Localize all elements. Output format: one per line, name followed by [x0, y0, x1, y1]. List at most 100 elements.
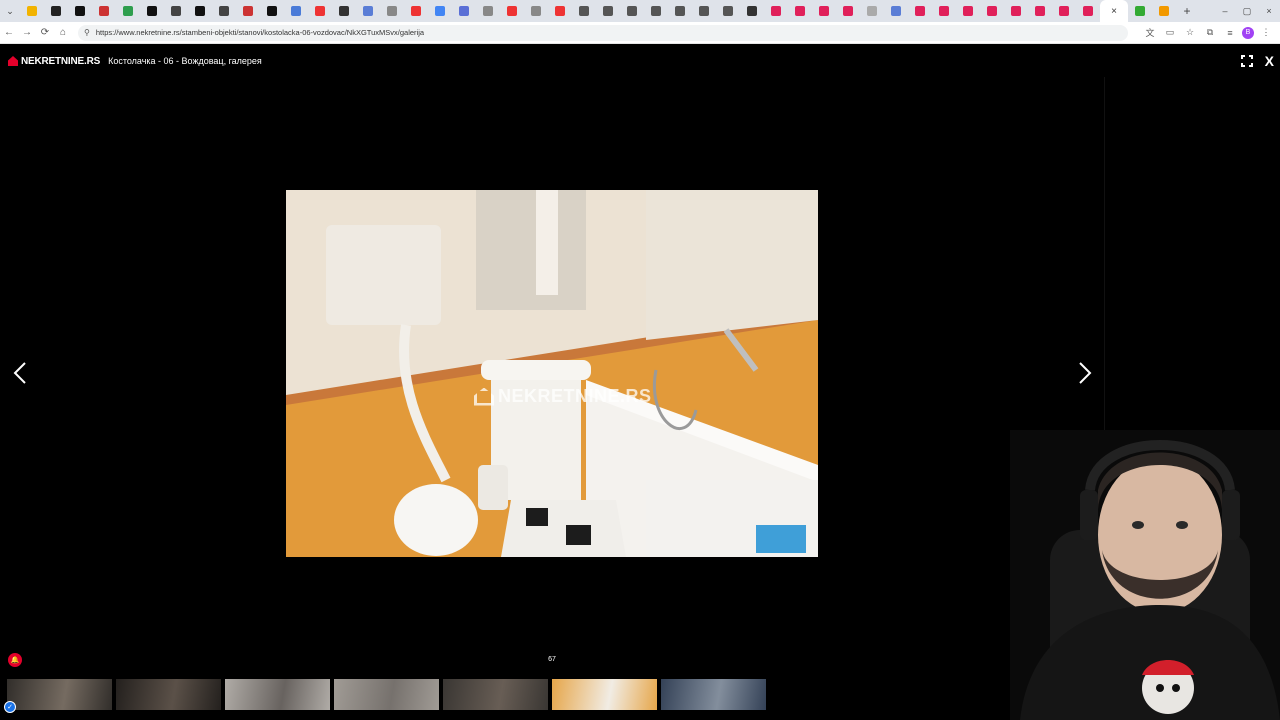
browser-tab[interactable]: [20, 0, 44, 22]
gallery-thumbnail[interactable]: [116, 679, 221, 710]
cast-icon[interactable]: ▭: [1162, 25, 1178, 41]
gallery-thumbnail[interactable]: [443, 679, 548, 710]
webcam-overlay: [1010, 430, 1280, 720]
tab-favicon-icon: [123, 6, 133, 16]
browser-tab[interactable]: [44, 0, 68, 22]
maximize-button[interactable]: ▢: [1236, 0, 1258, 22]
browser-tab[interactable]: [860, 0, 884, 22]
profile-avatar[interactable]: B: [1242, 26, 1254, 39]
gallery-thumbnail[interactable]: [225, 679, 330, 710]
tab-close-icon[interactable]: ×: [1111, 6, 1117, 17]
browser-tab[interactable]: [284, 0, 308, 22]
browser-tab[interactable]: [452, 0, 476, 22]
tab-favicon-icon: [315, 6, 325, 16]
browser-tab[interactable]: [716, 0, 740, 22]
browser-tab[interactable]: [644, 0, 668, 22]
browser-tab-active[interactable]: ×: [1100, 0, 1128, 22]
browser-tab[interactable]: [500, 0, 524, 22]
browser-tab[interactable]: [236, 0, 260, 22]
browser-tab[interactable]: [956, 0, 980, 22]
forward-icon[interactable]: →: [18, 22, 36, 44]
tab-favicon-icon: [363, 6, 373, 16]
tab-favicon-icon: [267, 6, 277, 16]
notification-bell-icon[interactable]: 🔔: [8, 653, 22, 667]
browser-tab[interactable]: [668, 0, 692, 22]
browser-tab[interactable]: [1028, 0, 1052, 22]
browser-tab[interactable]: [428, 0, 452, 22]
browser-tab[interactable]: [260, 0, 284, 22]
media-icon[interactable]: ≡: [1222, 25, 1238, 41]
browser-tab[interactable]: [92, 0, 116, 22]
browser-tab[interactable]: [1052, 0, 1076, 22]
browser-tab[interactable]: [332, 0, 356, 22]
browser-tab[interactable]: [476, 0, 500, 22]
close-window-button[interactable]: ×: [1258, 0, 1280, 22]
new-tab-button[interactable]: +: [1176, 0, 1198, 22]
browser-tab[interactable]: [524, 0, 548, 22]
menu-kebab-icon[interactable]: ⋮: [1258, 25, 1274, 41]
browser-tab[interactable]: [116, 0, 140, 22]
browser-tab[interactable]: [764, 0, 788, 22]
reload-icon[interactable]: ⟳: [36, 22, 54, 44]
browser-tab[interactable]: [164, 0, 188, 22]
browser-tab[interactable]: [1004, 0, 1028, 22]
watermark-text: NEKRETNINE.RS: [498, 386, 652, 406]
browser-tab[interactable]: [980, 0, 1004, 22]
browser-tab[interactable]: [212, 0, 236, 22]
browser-tab[interactable]: [596, 0, 620, 22]
site-info-icon[interactable]: ⚲: [84, 28, 90, 37]
browser-tab[interactable]: [572, 0, 596, 22]
photo-watermark: NEKRETNINE.RS: [474, 386, 652, 407]
tab-favicon-icon: [891, 6, 901, 16]
browser-tab[interactable]: [692, 0, 716, 22]
browser-tab[interactable]: [68, 0, 92, 22]
browser-tab[interactable]: [884, 0, 908, 22]
browser-tab[interactable]: [1152, 0, 1176, 22]
privacy-badge-icon[interactable]: ✓: [4, 701, 16, 713]
gallery-thumbnail[interactable]: [334, 679, 439, 710]
translate-icon[interactable]: 文: [1142, 25, 1158, 41]
toolbar-actions: 文 ▭ ☆ ⧉ ≡ B ⋮: [1142, 25, 1280, 41]
browser-tab[interactable]: [404, 0, 428, 22]
tab-favicon-icon: [555, 6, 565, 16]
photo-counter: 67: [548, 656, 556, 663]
tab-favicon-icon: [435, 6, 445, 16]
gallery-thumbnail[interactable]: [7, 679, 112, 710]
bookmark-star-icon[interactable]: ☆: [1182, 25, 1198, 41]
browser-tab[interactable]: [836, 0, 860, 22]
browser-tab[interactable]: [308, 0, 332, 22]
logo-text: NEKRETNINE.RS: [21, 55, 101, 67]
browser-tab[interactable]: [380, 0, 404, 22]
browser-tab[interactable]: [908, 0, 932, 22]
fullscreen-icon[interactable]: [1240, 55, 1253, 67]
browser-tab[interactable]: [1128, 0, 1152, 22]
next-photo-button[interactable]: [1075, 358, 1095, 388]
tab-favicon-icon: [723, 6, 733, 16]
home-icon[interactable]: ⌂: [54, 22, 72, 44]
gallery-thumbnail[interactable]: [661, 679, 766, 710]
browser-tab[interactable]: [932, 0, 956, 22]
address-bar[interactable]: ⚲ https://www.nekretnine.rs/stambeni-obj…: [78, 24, 1128, 41]
browser-tab[interactable]: [356, 0, 380, 22]
browser-tab[interactable]: [788, 0, 812, 22]
browser-tab[interactable]: [740, 0, 764, 22]
extensions-icon[interactable]: ⧉: [1202, 25, 1218, 41]
browser-tab[interactable]: [188, 0, 212, 22]
thumbnail-strip: [7, 679, 766, 710]
gallery-main-photo[interactable]: NEKRETNINE.RS: [286, 190, 818, 557]
close-gallery-icon[interactable]: X: [1265, 53, 1274, 69]
tab-favicon-icon: [867, 6, 877, 16]
tab-favicon-icon: [411, 6, 421, 16]
tab-favicon-icon: [1035, 6, 1045, 16]
browser-tab[interactable]: [548, 0, 572, 22]
previous-photo-button[interactable]: [10, 358, 30, 388]
browser-tab[interactable]: [620, 0, 644, 22]
browser-tab[interactable]: [812, 0, 836, 22]
back-icon[interactable]: ←: [0, 22, 18, 44]
site-logo[interactable]: NEKRETNINE.RS: [8, 56, 100, 67]
tab-search-icon[interactable]: ⌄: [0, 0, 20, 22]
minimize-button[interactable]: –: [1214, 0, 1236, 22]
browser-tab[interactable]: [140, 0, 164, 22]
gallery-thumbnail[interactable]: [552, 679, 657, 710]
browser-tab[interactable]: [1076, 0, 1100, 22]
